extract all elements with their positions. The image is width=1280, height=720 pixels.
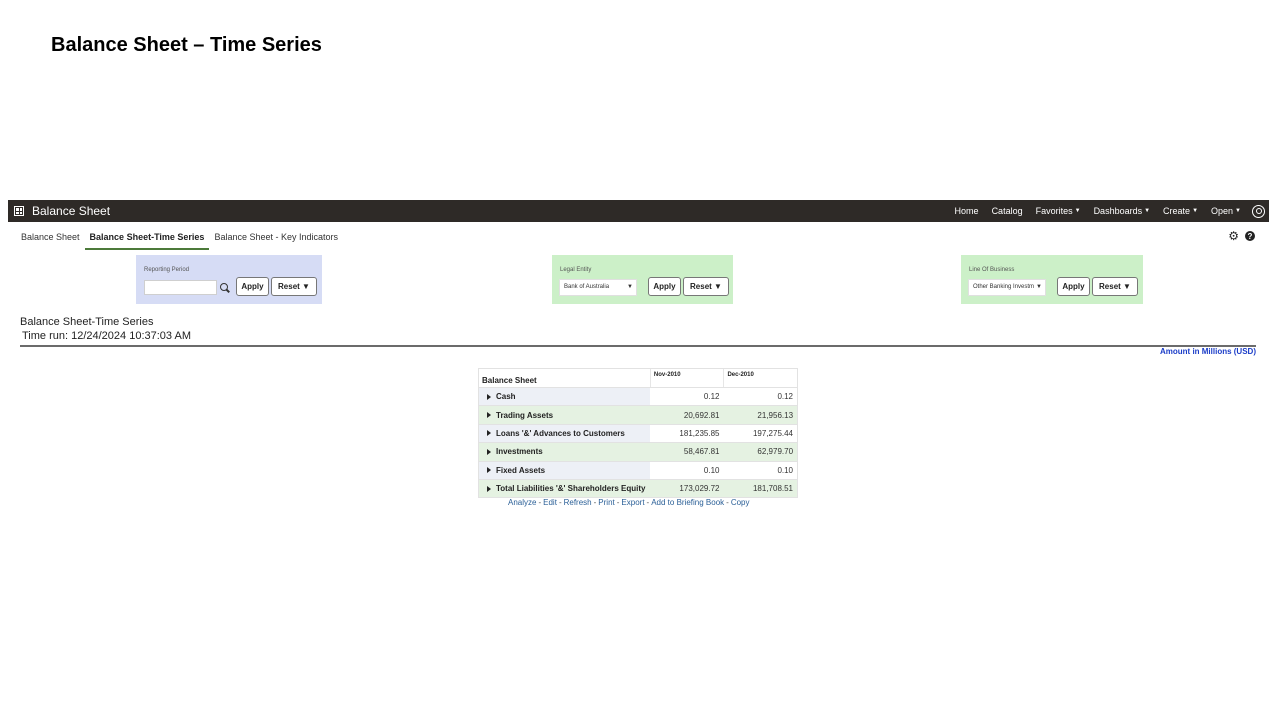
prompt-label: Line Of Business (969, 267, 1015, 273)
app-title: Balance Sheet (32, 204, 111, 218)
analyze-link[interactable]: Analyze (508, 498, 536, 507)
user-avatar-icon[interactable] (1252, 204, 1265, 218)
dashboard-tabs: Balance Sheet Balance Sheet-Time Series … (16, 228, 343, 250)
separator: - (593, 498, 597, 507)
separator: - (726, 498, 729, 507)
chevron-down-icon: ▼ (1235, 208, 1241, 214)
table-row: Trading Assets 20,692.81 21,956.13 (479, 405, 798, 424)
apply-button[interactable]: Apply (1057, 277, 1090, 296)
chevron-down-icon: ▼ (1036, 284, 1042, 290)
reporting-period-input[interactable] (144, 280, 217, 295)
slide-title: Balance Sheet – Time Series (51, 34, 322, 56)
table-cell: 21,956.13 (723, 406, 798, 424)
row-label[interactable]: Fixed Assets (479, 461, 650, 479)
add-to-briefing-book-link[interactable]: Add to Briefing Book (651, 498, 724, 507)
divider (20, 345, 1256, 347)
nav-open[interactable]: Open ▼ (1211, 206, 1241, 216)
table-cell: 58,467.81 (649, 443, 724, 461)
tab-key-indicators[interactable]: Balance Sheet - Key Indicators (209, 228, 343, 250)
reset-button[interactable]: Reset ▼ (1092, 277, 1138, 296)
legal-entity-select[interactable]: Bank of Australia ▼ (559, 279, 637, 296)
table-cell: 0.10 (723, 461, 798, 479)
row-label[interactable]: Loans '&' Advances to Customers (479, 424, 650, 443)
expand-icon[interactable] (487, 393, 491, 400)
chevron-down-icon: ▼ (1074, 208, 1081, 214)
refresh-link[interactable]: Refresh (564, 498, 592, 507)
table-row: Total Liabilities '&' Shareholders Equit… (479, 478, 798, 498)
chevron-down-icon: ▼ (1144, 208, 1151, 214)
separator: - (616, 498, 620, 507)
table-cell: 0.12 (649, 388, 724, 406)
amount-note: Amount in Millions (USD) (1160, 347, 1256, 356)
prompt-label: Reporting Period (144, 267, 190, 273)
row-label[interactable]: Investments (479, 443, 650, 461)
apply-button[interactable]: Apply (236, 277, 269, 296)
legal-entity-prompt: Legal Entity Bank of Australia ▼ Apply Re… (552, 255, 733, 304)
copy-link[interactable]: Copy (731, 498, 750, 507)
expand-icon[interactable] (487, 412, 491, 419)
table-header: Balance Sheet Nov-2010 Dec-2010 (479, 369, 797, 387)
column-header: Nov-2010 (649, 369, 724, 387)
table-row: Investments 58,467.81 62,979.70 (479, 442, 798, 461)
row-label[interactable]: Cash (479, 388, 650, 406)
edit-link[interactable]: Edit (543, 498, 557, 507)
top-bar: Balance Sheet Home Catalog Favorites ▼ Da… (8, 200, 1269, 222)
nav-favorites[interactable]: Favorites ▼ (1036, 206, 1081, 216)
print-link[interactable]: Print (598, 498, 614, 507)
expand-icon[interactable] (487, 448, 491, 455)
line-of-business-select[interactable]: Other Banking Investm ▼ (968, 279, 1046, 296)
nav-home[interactable]: Home (955, 206, 979, 216)
prompt-label: Legal Entity (560, 267, 592, 273)
app-grid-icon[interactable] (14, 206, 24, 216)
separator: - (646, 498, 650, 507)
balance-sheet-table: Balance Sheet Nov-2010 Dec-2010 Cash 0.1… (478, 368, 798, 499)
table-cell: 20,692.81 (649, 406, 724, 424)
global-nav: Home Catalog Favorites ▼ Dashboards ▼ Crea… (942, 200, 1265, 222)
table-cell: 197,275.44 (723, 424, 798, 443)
line-of-business-prompt: Line Of Business Other Banking Investm ▼ … (961, 255, 1143, 304)
report-title: Balance Sheet-Time Series (20, 316, 154, 328)
table-cell: 0.12 (723, 388, 798, 406)
help-icon[interactable]: ? (1245, 231, 1255, 241)
column-header: Dec-2010 (723, 369, 797, 387)
nav-dashboards[interactable]: Dashboards ▼ (1094, 206, 1150, 216)
table-cell: 181,235.85 (649, 424, 724, 443)
separator: - (558, 498, 562, 507)
table-cell: 62,979.70 (723, 443, 798, 461)
expand-icon[interactable] (487, 467, 491, 474)
table-cell: 0.10 (649, 461, 724, 479)
apply-button[interactable]: Apply (648, 277, 681, 296)
row-label[interactable]: Total Liabilities '&' Shareholders Equit… (479, 479, 650, 498)
export-link[interactable]: Export (621, 498, 644, 507)
expand-icon[interactable] (487, 430, 491, 437)
row-label[interactable]: Trading Assets (479, 406, 650, 424)
column-header: Balance Sheet (482, 376, 537, 385)
reporting-period-prompt: Reporting Period Apply Reset ▼ (136, 255, 322, 304)
table-row: Loans '&' Advances to Customers 181,235.… (479, 423, 798, 443)
nav-catalog[interactable]: Catalog (992, 206, 1023, 216)
tab-balance-sheet-time-series[interactable]: Balance Sheet-Time Series (84, 228, 210, 250)
page-tools: ⚙ ? (1228, 230, 1255, 242)
separator: - (538, 498, 542, 507)
chevron-down-icon: ▼ (627, 284, 633, 290)
reset-button[interactable]: Reset ▼ (683, 277, 729, 296)
table-row: Fixed Assets 0.10 0.10 (479, 460, 798, 479)
search-icon[interactable] (220, 283, 228, 291)
table-cell: 173,029.72 (649, 479, 724, 498)
reset-button[interactable]: Reset ▼ (271, 277, 317, 296)
report-links: Analyze - Edit - Refresh - Print - Export - Add to… (508, 498, 750, 507)
nav-create[interactable]: Create ▼ (1163, 206, 1198, 216)
gear-icon[interactable]: ⚙ (1228, 230, 1239, 242)
table-row: Cash 0.12 0.12 (479, 387, 798, 406)
app-window: Balance Sheet Home Catalog Favorites ▼ Da… (8, 200, 1269, 520)
table-cell: 181,708.51 (723, 479, 798, 498)
expand-icon[interactable] (487, 485, 491, 492)
report-time-run: Time run: 12/24/2024 10:37:03 AM (22, 330, 191, 342)
chevron-down-icon: ▼ (1192, 208, 1199, 214)
tab-balance-sheet[interactable]: Balance Sheet (16, 228, 85, 250)
